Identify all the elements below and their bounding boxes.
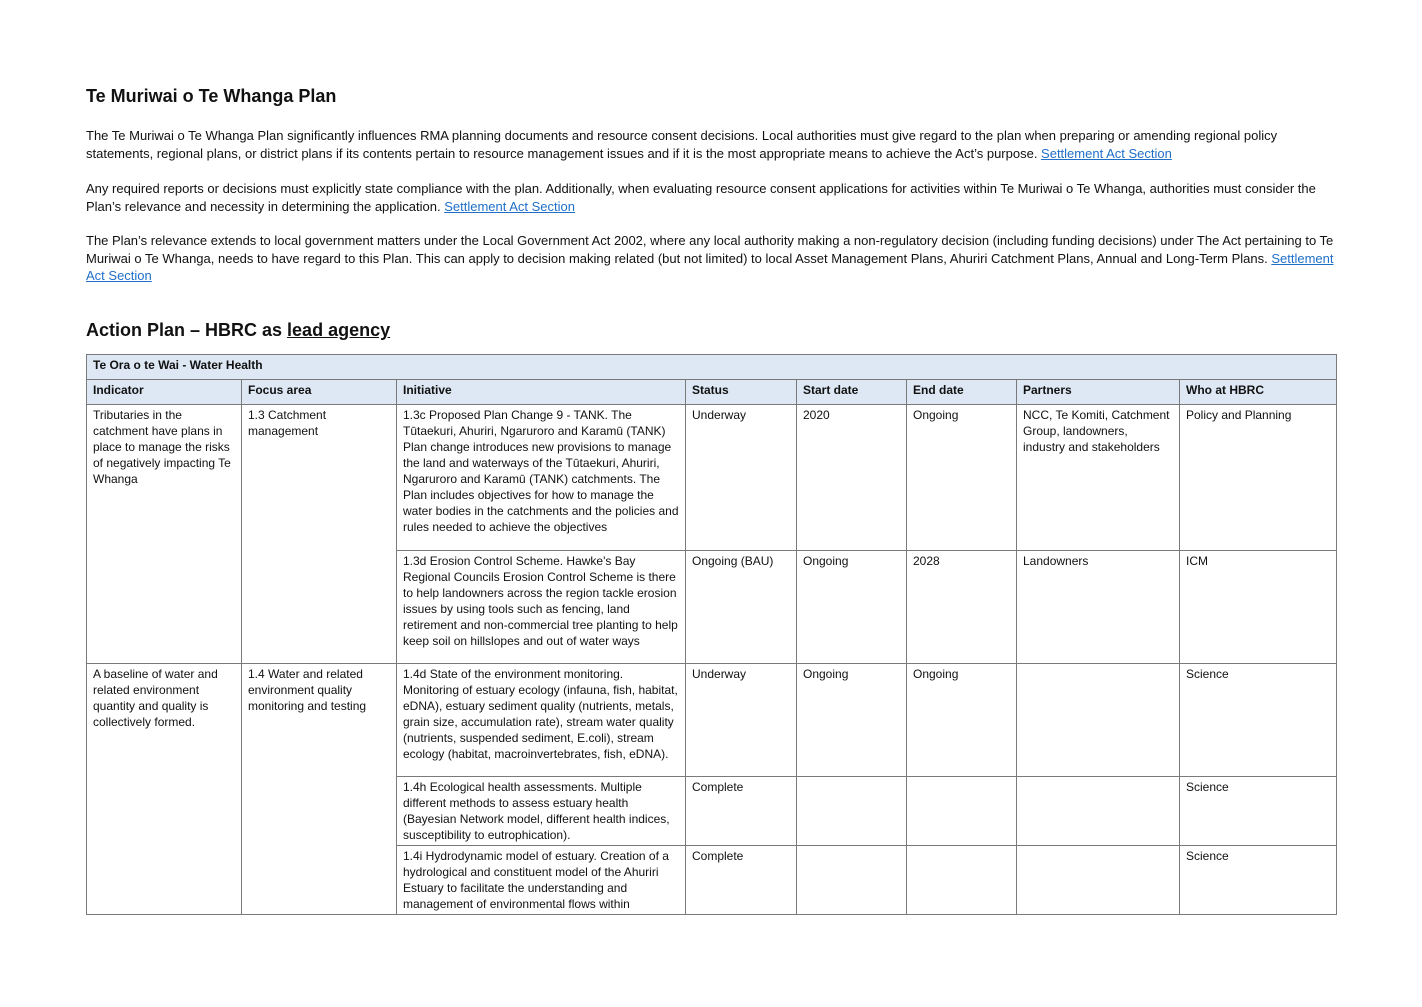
focus-area-cell: 1.4 Water and related environment qualit…	[241, 663, 397, 915]
end-date-cell	[906, 776, 1017, 846]
initiative-cell: 1.4h Ecological health assessments. Mult…	[396, 776, 686, 846]
header-initiative: Initiative	[396, 379, 686, 405]
page-title: Te Muriwai o Te Whanga Plan	[86, 86, 337, 106]
header-row: Indicator Focus area Initiative Status S…	[86, 379, 1338, 405]
status-cell: Complete	[685, 845, 797, 915]
who-at-hbrc-cell: Science	[1178, 776, 1338, 846]
start-date-cell: Ongoing	[796, 550, 907, 664]
initiative-cell: 1.4d State of the environment monitoring…	[396, 663, 686, 777]
who-at-hbrc-cell: Policy and Planning	[1178, 404, 1338, 551]
paragraph-3-text: The Plan’s relevance extends to local go…	[86, 233, 1334, 266]
end-date-cell: Ongoing	[906, 404, 1017, 551]
settlement-act-link-2[interactable]: Settlement Act Section	[444, 199, 575, 214]
status-cell: Complete	[685, 776, 797, 846]
header-focus-area: Focus area	[241, 379, 397, 405]
initiative-cell: 1.3d Erosion Control Scheme. Hawke's Bay…	[396, 550, 686, 664]
paragraph-3: The Plan’s relevance extends to local go…	[86, 232, 1336, 285]
header-who-at-hbrc: Who at HBRC	[1178, 379, 1338, 405]
table-row: Tributaries in the catchment have plans …	[86, 404, 1338, 664]
who-at-hbrc-cell: ICM	[1178, 550, 1338, 664]
partners-cell: Landowners	[1016, 550, 1180, 664]
action-plan-heading-prefix: Action Plan – HBRC as	[86, 320, 288, 340]
initiative-cell: 1.3c Proposed Plan Change 9 - TANK. The …	[396, 404, 686, 551]
status-cell: Underway	[685, 404, 797, 551]
start-date-cell	[796, 845, 907, 915]
end-date-cell: 2028	[906, 550, 1017, 664]
table-row: A baseline of water and related environm…	[86, 663, 1338, 915]
start-date-cell: 2020	[796, 404, 907, 551]
header-start-date: Start date	[796, 379, 907, 405]
end-date-cell	[906, 845, 1017, 915]
status-cell: Underway	[685, 663, 797, 777]
focus-area-cell: 1.3 Catchment management	[241, 404, 397, 664]
action-plan-heading: Action Plan – HBRC as lead agency	[86, 320, 390, 341]
partners-cell	[1016, 845, 1180, 915]
paragraph-2: Any required reports or decisions must e…	[86, 180, 1336, 215]
indicator-cell: A baseline of water and related environm…	[86, 663, 242, 915]
header-partners: Partners	[1016, 379, 1180, 405]
header-end-date: End date	[906, 379, 1017, 405]
initiative-cell: 1.4i Hydrodynamic model of estuary. Crea…	[396, 845, 686, 915]
header-status: Status	[685, 379, 797, 405]
paragraph-1: The Te Muriwai o Te Whanga Plan signific…	[86, 127, 1336, 162]
group-title: Te Ora o te Wai - Water Health	[85, 354, 1338, 380]
paragraph-2-text: Any required reports or decisions must e…	[86, 181, 1316, 214]
start-date-cell	[796, 776, 907, 846]
who-at-hbrc-cell: Science	[1178, 845, 1338, 915]
action-plan-table: Te Ora o te Wai - Water Health Indicator…	[85, 354, 1338, 915]
status-cell: Ongoing (BAU)	[685, 550, 797, 664]
header-indicator: Indicator	[86, 379, 242, 405]
partners-cell	[1016, 776, 1180, 846]
indicator-cell: Tributaries in the catchment have plans …	[86, 404, 242, 664]
partners-cell	[1016, 663, 1180, 777]
settlement-act-link-1[interactable]: Settlement Act Section	[1041, 146, 1172, 161]
lead-agency-term: lead agency	[287, 320, 391, 340]
who-at-hbrc-cell: Science	[1178, 663, 1338, 777]
partners-cell: NCC, Te Komiti, Catchment Group, landown…	[1016, 404, 1180, 551]
end-date-cell: Ongoing	[906, 663, 1017, 777]
start-date-cell: Ongoing	[796, 663, 907, 777]
group-title-row: Te Ora o te Wai - Water Health	[85, 354, 1338, 380]
